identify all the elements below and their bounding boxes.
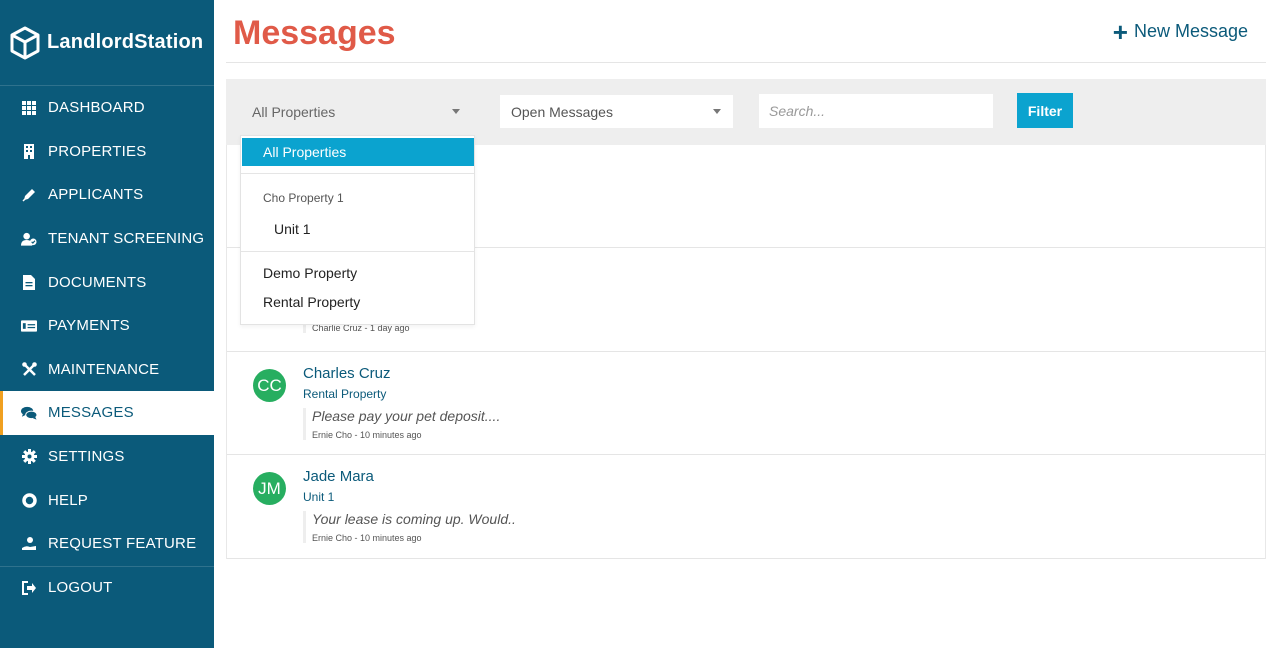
sidebar-item-request-feature[interactable]: REQUEST FEATURE bbox=[0, 522, 214, 566]
message-row[interactable]: JM Jade Mara Unit 1 Your lease is coming… bbox=[227, 455, 1265, 559]
message-meta: Ernie Cho - 10 minutes ago bbox=[312, 430, 422, 440]
dropdown-option-unit-1[interactable]: Unit 1 bbox=[274, 221, 311, 237]
avatar: CC bbox=[253, 369, 286, 402]
property-select[interactable]: All Properties bbox=[240, 95, 472, 128]
brand[interactable]: LandlordStation bbox=[0, 0, 214, 86]
chat-icon bbox=[21, 405, 37, 421]
dropdown-divider bbox=[241, 173, 474, 174]
brand-name: LandlordStation bbox=[47, 31, 204, 53]
message-snippet: Your lease is coming up. Would.. Ernie C… bbox=[303, 511, 516, 543]
sidebar-item-maintenance[interactable]: MAINTENANCE bbox=[0, 348, 214, 392]
sidebar-item-label: TENANT SCREENING bbox=[48, 230, 205, 248]
property-dropdown-menu: All Properties Cho Property 1 Unit 1 Dem… bbox=[240, 135, 475, 325]
building-icon bbox=[21, 143, 37, 159]
sidebar-item-dashboard[interactable]: DASHBOARD bbox=[0, 86, 214, 130]
dropdown-option-demo-property[interactable]: Demo Property bbox=[263, 265, 357, 281]
message-text: Please pay your pet deposit.... bbox=[312, 408, 501, 424]
sidebar-item-settings[interactable]: SETTINGS bbox=[0, 435, 214, 479]
sidebar-item-messages[interactable]: MESSAGES bbox=[0, 391, 214, 435]
search-input[interactable] bbox=[759, 94, 993, 128]
sender-name[interactable]: Jade Mara bbox=[303, 468, 374, 485]
sidebar-item-label: HELP bbox=[48, 491, 88, 509]
sidebar-item-documents[interactable]: DOCUMENTS bbox=[0, 260, 214, 304]
sidebar-item-applicants[interactable]: APPLICANTS bbox=[0, 173, 214, 217]
logout-icon bbox=[21, 580, 37, 596]
pen-icon bbox=[21, 187, 37, 203]
plus-icon: + bbox=[1112, 16, 1128, 47]
sidebar-item-label: DASHBOARD bbox=[48, 99, 145, 117]
status-select-value: Open Messages bbox=[511, 103, 613, 120]
sidebar-item-label: PAYMENTS bbox=[48, 317, 130, 335]
caret-down-icon bbox=[713, 109, 721, 114]
property-name[interactable]: Rental Property bbox=[303, 387, 386, 401]
gear-icon bbox=[21, 449, 37, 465]
dropdown-group-label: Cho Property 1 bbox=[263, 191, 344, 205]
sidebar: LandlordStation DASHBOARD PROPERTIES APP… bbox=[0, 0, 214, 648]
message-text: Your lease is coming up. Would.. bbox=[312, 511, 516, 527]
document-icon bbox=[21, 274, 37, 290]
sidebar-item-tenant-screening[interactable]: TENANT SCREENING bbox=[0, 217, 214, 261]
sidebar-item-logout[interactable]: LOGOUT bbox=[0, 565, 214, 610]
sidebar-item-label: MAINTENANCE bbox=[48, 360, 160, 378]
user-check-icon bbox=[21, 231, 37, 247]
sender-name[interactable]: Charles Cruz bbox=[303, 365, 391, 382]
avatar: JM bbox=[253, 472, 286, 505]
tools-icon bbox=[21, 361, 37, 377]
message-row[interactable]: CC Charles Cruz Rental Property Please p… bbox=[227, 352, 1265, 455]
sidebar-item-help[interactable]: HELP bbox=[0, 478, 214, 522]
caret-down-icon bbox=[452, 109, 460, 114]
dropdown-option-all-properties[interactable]: All Properties bbox=[242, 138, 474, 166]
status-select[interactable]: Open Messages bbox=[500, 95, 733, 128]
app-root: LandlordStation DASHBOARD PROPERTIES APP… bbox=[0, 0, 1286, 648]
cube-logo-icon bbox=[10, 26, 40, 59]
new-message-label: New Message bbox=[1133, 21, 1248, 41]
page-header: Messages + New Message bbox=[226, 0, 1266, 63]
sidebar-item-label: REQUEST FEATURE bbox=[48, 535, 197, 553]
dropdown-divider bbox=[241, 251, 474, 252]
property-name[interactable]: Unit 1 bbox=[303, 490, 334, 504]
dropdown-option-rental-property[interactable]: Rental Property bbox=[263, 294, 360, 310]
page-title: Messages bbox=[233, 14, 396, 52]
hand-user-icon bbox=[21, 536, 37, 552]
grid-icon bbox=[21, 100, 37, 116]
message-snippet: Please pay your pet deposit.... Ernie Ch… bbox=[303, 408, 500, 440]
sidebar-item-payments[interactable]: PAYMENTS bbox=[0, 304, 214, 348]
sidebar-item-label: LOGOUT bbox=[48, 579, 113, 597]
sidebar-item-label: PROPERTIES bbox=[48, 142, 147, 160]
message-meta: Ernie Cho - 10 minutes ago bbox=[312, 533, 422, 543]
property-select-value: All Properties bbox=[252, 103, 336, 120]
payment-card-icon bbox=[21, 318, 37, 334]
sidebar-nav: DASHBOARD PROPERTIES APPLICANTS TENANT S… bbox=[0, 86, 214, 609]
sidebar-item-properties[interactable]: PROPERTIES bbox=[0, 130, 214, 174]
sidebar-item-label: APPLICANTS bbox=[48, 186, 144, 204]
sidebar-item-label: SETTINGS bbox=[48, 448, 125, 466]
sidebar-item-label: MESSAGES bbox=[48, 404, 134, 422]
sidebar-item-label: DOCUMENTS bbox=[48, 273, 147, 291]
filter-button[interactable]: Filter bbox=[1017, 93, 1073, 128]
lifebuoy-icon bbox=[21, 492, 37, 508]
new-message-button[interactable]: + New Message bbox=[1112, 16, 1248, 47]
